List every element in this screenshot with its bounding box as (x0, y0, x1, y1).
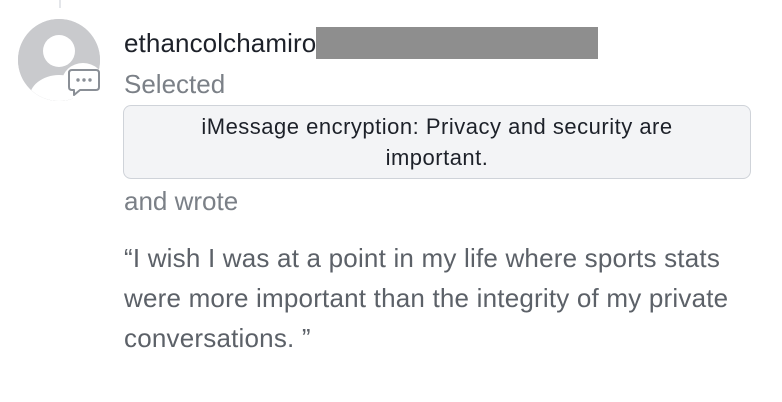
username-link[interactable]: ethancolchamiro (124, 28, 316, 59)
thread-connector-line (59, 0, 61, 8)
redaction-bar (316, 27, 599, 59)
selected-text: iMessage encryption: Privacy and securit… (201, 114, 673, 170)
comment-activity: ethancolchamiro Selected iMessage encryp… (0, 0, 782, 402)
action-selected-label: Selected (124, 69, 226, 99)
comment-quote: “I wish I was at a point in my life wher… (124, 243, 729, 353)
action-wrote-label: and wrote (124, 186, 239, 216)
comment-bubble-icon (68, 69, 100, 96)
selected-text-box[interactable]: iMessage encryption: Privacy and securit… (123, 105, 751, 179)
comment-badge (62, 63, 104, 101)
username-row: ethancolchamiro (124, 26, 599, 60)
